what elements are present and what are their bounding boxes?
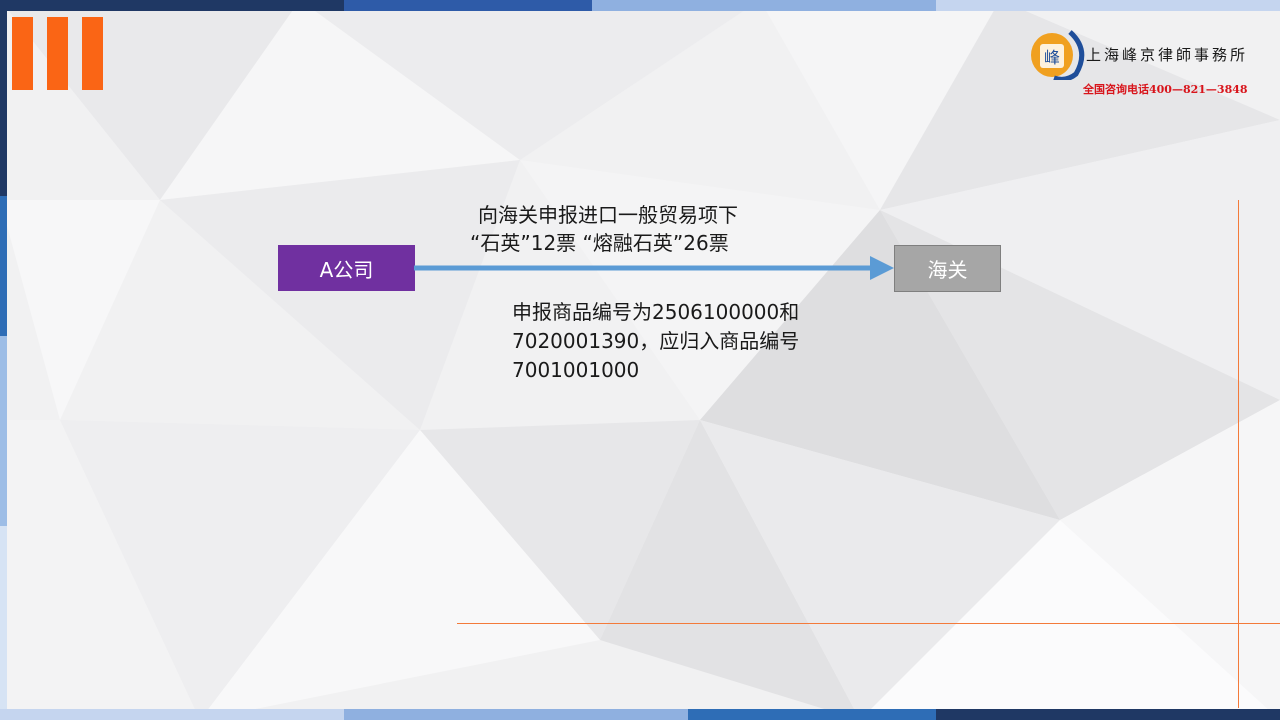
note-line1: 申报商品编号为2506100000和 xyxy=(512,300,800,324)
top-color-band xyxy=(0,0,1280,11)
decorative-vertical-line xyxy=(1238,200,1239,708)
orange-bars-decoration xyxy=(12,17,103,90)
logo-phone-number: 全国咨询电话400—821—3848 xyxy=(1083,83,1248,96)
orange-bar xyxy=(47,17,68,90)
law-firm-logo: 峰 上海峰京律師事務所 全国咨询电话400—821—3848 xyxy=(1030,30,1270,100)
customs-box: 海关 xyxy=(894,245,1001,292)
note-line3: 7001001000 xyxy=(512,358,640,382)
slide: 峰 上海峰京律師事務所 全国咨询电话400—821—3848 A公司 海关 向海… xyxy=(0,0,1280,720)
classification-note: 申报商品编号为2506100000和 7020001390，应归入商品编号 70… xyxy=(512,298,852,385)
orange-bar xyxy=(82,17,103,90)
left-color-strip xyxy=(0,11,7,709)
arrow-label: 向海关申报进口一般贸易项下 “石英”12票 “熔融石英”26票 xyxy=(470,201,850,257)
orange-bar xyxy=(12,17,33,90)
note-line2: 7020001390，应归入商品编号 xyxy=(512,329,800,353)
arrow-label-line1: 向海关申报进口一般贸易项下 xyxy=(478,203,738,227)
arrow-label-line2: “石英”12票 “熔融石英”26票 xyxy=(470,231,729,255)
decorative-horizontal-line xyxy=(457,623,1280,624)
law-firm-logo-icon: 峰 xyxy=(1031,30,1085,80)
bottom-color-band xyxy=(0,709,1280,720)
logo-firm-name: 上海峰京律師事務所 xyxy=(1086,46,1249,64)
logo-mark-text: 峰 xyxy=(1044,48,1060,67)
source-company-box: A公司 xyxy=(278,245,415,291)
